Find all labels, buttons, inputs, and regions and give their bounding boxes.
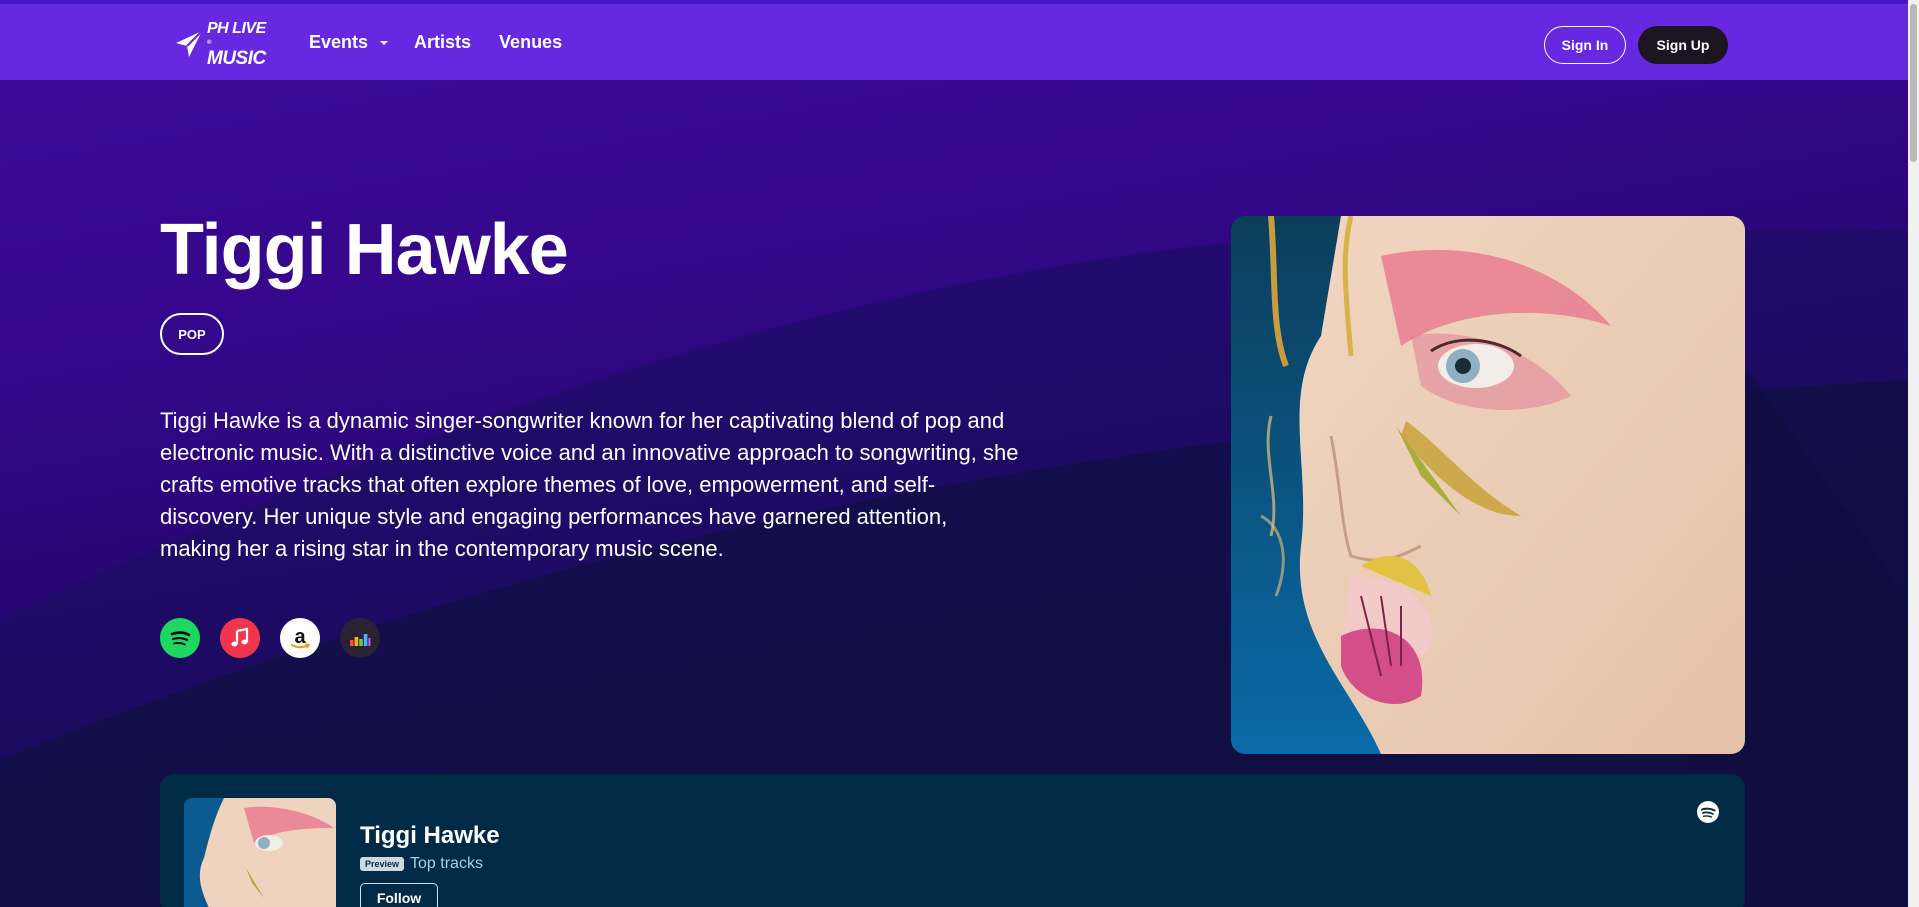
page-scrollbar[interactable] xyxy=(1908,0,1919,907)
nav-events-label: Events xyxy=(309,32,369,52)
nav-artists[interactable]: Artists xyxy=(414,32,471,53)
genre-tag[interactable]: POP xyxy=(160,313,224,355)
chevron-down-icon xyxy=(380,40,389,45)
scrollbar-thumb[interactable] xyxy=(1910,4,1917,162)
streaming-links: a xyxy=(160,618,400,658)
site-header: PH LIVE ® MUSIC Events Artists Venues Sig… xyxy=(0,4,1908,80)
embed-cover-image xyxy=(184,798,336,907)
logo-line2: MUSIC xyxy=(207,47,266,69)
spotify-icon[interactable] xyxy=(1696,800,1720,824)
sign-up-button[interactable]: Sign Up xyxy=(1638,26,1728,64)
artist-portrait-image xyxy=(1231,216,1745,754)
logo-line1: PH LIVE ® xyxy=(207,20,266,50)
album-cover-thumbnail xyxy=(184,798,336,907)
site-logo[interactable]: PH LIVE ® MUSIC xyxy=(175,20,266,68)
main-nav: Events Artists Venues xyxy=(309,32,562,53)
deezer-icon xyxy=(350,634,371,646)
artist-name: Tiggi Hawke xyxy=(160,210,569,290)
spotify-icon xyxy=(170,631,191,646)
apple-music-link[interactable] xyxy=(220,618,260,658)
spotify-link[interactable] xyxy=(160,618,200,658)
svg-text:a: a xyxy=(294,626,306,648)
amazon-icon: a xyxy=(291,626,311,649)
deezer-link[interactable] xyxy=(340,618,380,658)
nav-events[interactable]: Events xyxy=(309,32,390,53)
sign-in-button[interactable]: Sign In xyxy=(1544,26,1626,64)
follow-button[interactable]: Follow xyxy=(360,883,438,907)
music-note-icon xyxy=(231,627,249,647)
artist-photo xyxy=(1231,216,1745,754)
embed-artist-title[interactable]: Tiggi Hawke xyxy=(360,822,500,850)
embed-subtitle: Top tracks xyxy=(410,855,483,872)
preview-badge: Preview xyxy=(360,857,405,871)
logo-wordmark: PH LIVE ® MUSIC xyxy=(207,20,266,69)
nav-venues[interactable]: Venues xyxy=(499,32,562,53)
artist-bio: Tiggi Hawke is a dynamic singer-songwrit… xyxy=(160,408,1019,561)
paper-plane-icon xyxy=(176,30,203,57)
embed-meta: Preview Top tracks xyxy=(360,855,483,873)
amazon-music-link[interactable]: a xyxy=(280,618,320,658)
spotify-embed: Tiggi Hawke Preview Top tracks Follow xyxy=(160,774,1745,907)
